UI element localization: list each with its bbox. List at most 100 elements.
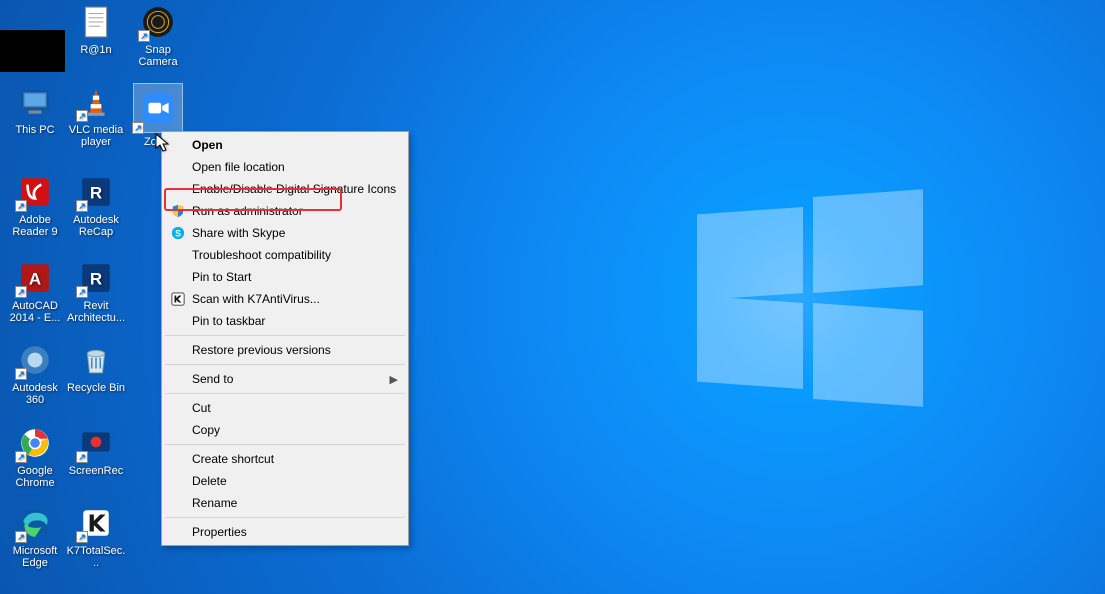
- desktop-icon-this-pc[interactable]: This PC: [5, 84, 65, 136]
- desktop-icon-snap-camera[interactable]: ↗ Snap Camera: [128, 4, 188, 68]
- menu-pin-taskbar[interactable]: Pin to taskbar: [164, 310, 406, 332]
- menu-open-file-location[interactable]: Open file location: [164, 156, 406, 178]
- edge-icon: ↗: [17, 505, 53, 541]
- shortcut-arrow-icon: ↗: [76, 531, 88, 543]
- menu-properties[interactable]: Properties: [164, 521, 406, 543]
- menu-rename[interactable]: Rename: [164, 492, 406, 514]
- desktop-icon-recycle-bin[interactable]: Recycle Bin: [66, 342, 126, 394]
- menu-label: Run as administrator: [192, 204, 303, 218]
- shortcut-arrow-icon: ↗: [132, 122, 144, 134]
- menu-pin-start[interactable]: Pin to Start: [164, 266, 406, 288]
- k7-small-icon: [170, 291, 186, 307]
- shortcut-arrow-icon: ↗: [76, 200, 88, 212]
- desktop-icon-k7[interactable]: ↗ K7TotalSec...: [66, 505, 126, 569]
- desktop-icon-vlc[interactable]: ↗ VLC media player: [66, 84, 126, 148]
- menu-label: Rename: [192, 496, 237, 510]
- menu-separator: [165, 393, 405, 394]
- icon-label: VLC media player: [66, 124, 126, 148]
- desktop-icon-adobe-reader[interactable]: ↗ Adobe Reader 9: [5, 174, 65, 238]
- shortcut-arrow-icon: ↗: [76, 451, 88, 463]
- icon-label: Autodesk 360: [5, 382, 65, 406]
- menu-label: Pin to taskbar: [192, 314, 265, 328]
- menu-label: Send to: [192, 372, 233, 386]
- censored-area: [0, 30, 65, 72]
- shortcut-arrow-icon: ↗: [15, 531, 27, 543]
- menu-open[interactable]: Open: [164, 134, 406, 156]
- menu-label: Properties: [192, 525, 247, 539]
- menu-label: Troubleshoot compatibility: [192, 248, 331, 262]
- menu-restore-previous[interactable]: Restore previous versions: [164, 339, 406, 361]
- icon-label: Snap Camera: [128, 44, 188, 68]
- menu-enable-disable-sig[interactable]: Enable/Disable Digital Signature Icons: [164, 178, 406, 200]
- autodesk-recap-icon: R ↗: [78, 174, 114, 210]
- context-menu: Open Open file location Enable/Disable D…: [161, 131, 409, 546]
- menu-run-as-admin[interactable]: Run as administrator: [164, 200, 406, 222]
- icon-label: AutoCAD 2014 - E...: [5, 300, 65, 324]
- shortcut-arrow-icon: ↗: [15, 286, 27, 298]
- shield-uac-icon: [170, 203, 186, 219]
- menu-label: Scan with K7AntiVirus...: [192, 292, 320, 306]
- desktop-icon-autodesk360[interactable]: ↗ Autodesk 360: [5, 342, 65, 406]
- submenu-arrow-icon: ▶: [390, 373, 398, 386]
- screenrec-icon: ↗: [78, 425, 114, 461]
- menu-copy[interactable]: Copy: [164, 419, 406, 441]
- shortcut-arrow-icon: ↗: [15, 451, 27, 463]
- shortcut-arrow-icon: ↗: [138, 30, 150, 42]
- shortcut-arrow-icon: ↗: [76, 286, 88, 298]
- menu-cut[interactable]: Cut: [164, 397, 406, 419]
- desktop-icon-text-file[interactable]: R@1n: [66, 4, 126, 56]
- icon-label: This PC: [5, 124, 65, 136]
- desktop-icon-chrome[interactable]: ↗ Google Chrome: [5, 425, 65, 489]
- zoom-icon: ↗: [134, 84, 182, 132]
- menu-troubleshoot[interactable]: Troubleshoot compatibility: [164, 244, 406, 266]
- menu-scan-k7[interactable]: Scan with K7AntiVirus...: [164, 288, 406, 310]
- icon-label: K7TotalSec...: [66, 545, 126, 569]
- menu-label: Pin to Start: [192, 270, 251, 284]
- this-pc-icon: [17, 84, 53, 120]
- menu-separator: [165, 335, 405, 336]
- icon-label: Adobe Reader 9: [5, 214, 65, 238]
- adobe-reader-icon: ↗: [17, 174, 53, 210]
- shortcut-arrow-icon: ↗: [15, 368, 27, 380]
- menu-label: Copy: [192, 423, 220, 437]
- icon-label: Autodesk ReCap: [66, 214, 126, 238]
- menu-delete[interactable]: Delete: [164, 470, 406, 492]
- autodesk360-icon: ↗: [17, 342, 53, 378]
- icon-label: Google Chrome: [5, 465, 65, 489]
- menu-create-shortcut[interactable]: Create shortcut: [164, 448, 406, 470]
- revit-icon: R ↗: [78, 260, 114, 296]
- menu-separator: [165, 444, 405, 445]
- autocad-icon: A ↗: [17, 260, 53, 296]
- svg-text:A: A: [29, 269, 41, 288]
- svg-text:S: S: [175, 229, 181, 239]
- menu-label: Enable/Disable Digital Signature Icons: [192, 182, 396, 196]
- snap-camera-icon: ↗: [140, 4, 176, 40]
- desktop-icon-edge[interactable]: ↗ Microsoft Edge: [5, 505, 65, 569]
- icon-label: Microsoft Edge: [5, 545, 65, 569]
- icon-label: R@1n: [66, 44, 126, 56]
- menu-separator: [165, 364, 405, 365]
- desktop-icon-revit[interactable]: R ↗ Revit Architectu...: [66, 260, 126, 324]
- menu-separator: [165, 517, 405, 518]
- k7-icon: ↗: [78, 505, 114, 541]
- desktop-icon-screenrec[interactable]: ↗ ScreenRec: [66, 425, 126, 477]
- shortcut-arrow-icon: ↗: [76, 110, 88, 122]
- chrome-icon: ↗: [17, 425, 53, 461]
- mouse-cursor-icon: [155, 133, 171, 153]
- menu-send-to[interactable]: Send to ▶: [164, 368, 406, 390]
- menu-label: Create shortcut: [192, 452, 274, 466]
- desktop-icon-autocad[interactable]: A ↗ AutoCAD 2014 - E...: [5, 260, 65, 324]
- svg-text:R: R: [90, 183, 102, 202]
- menu-share-skype[interactable]: S Share with Skype: [164, 222, 406, 244]
- icon-label: ScreenRec: [66, 465, 126, 477]
- icon-label: Revit Architectu...: [66, 300, 126, 324]
- menu-label: Delete: [192, 474, 227, 488]
- svg-text:R: R: [90, 269, 102, 288]
- desktop-icon-autodesk-recap[interactable]: R ↗ Autodesk ReCap: [66, 174, 126, 238]
- shortcut-arrow-icon: ↗: [15, 200, 27, 212]
- vlc-icon: ↗: [78, 84, 114, 120]
- skype-icon: S: [170, 225, 186, 241]
- menu-label: Restore previous versions: [192, 343, 331, 357]
- text-file-icon: [78, 4, 114, 40]
- menu-label: Cut: [192, 401, 211, 415]
